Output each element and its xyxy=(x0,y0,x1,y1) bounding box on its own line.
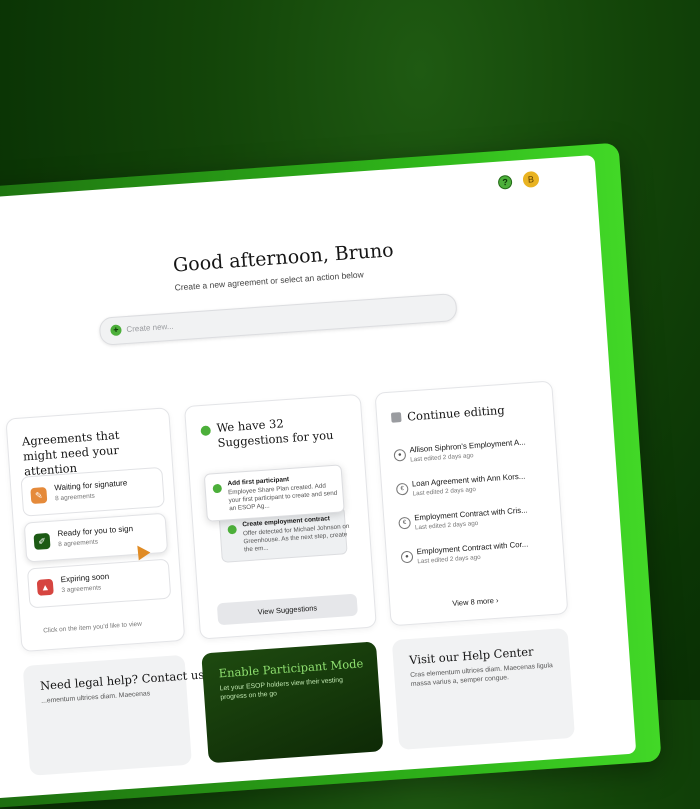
suggestion-icon xyxy=(200,425,212,437)
participant-mode-card[interactable]: Enable Participant Mode Let your ESOP ho… xyxy=(201,641,384,764)
view-suggestions-button[interactable]: View Suggestions xyxy=(216,593,358,626)
legal-help-card[interactable]: Need legal help? Contact us ...ementum u… xyxy=(22,654,205,776)
chevron-right-icon: › xyxy=(495,595,499,605)
user-avatar[interactable]: B xyxy=(522,170,540,188)
create-new-input[interactable]: + Create new... xyxy=(98,292,458,346)
suggestions-card-title: We have 32 Suggestions for you xyxy=(216,416,334,450)
attention-item-title: Expiring soon xyxy=(60,571,110,585)
person-icon: ● xyxy=(393,448,407,462)
attention-item-count: 8 agreements xyxy=(58,538,99,549)
signature-icon: ✎ xyxy=(30,486,48,505)
suggestion-dot-icon xyxy=(212,483,223,494)
attention-item-title: Waiting for signature xyxy=(54,478,128,493)
plus-icon: + xyxy=(110,324,122,337)
create-new-placeholder: Create new... xyxy=(126,321,174,334)
recent-agreement-row[interactable]: € Employment Contract with Cris... Last … xyxy=(398,502,549,536)
suggestion-add-participant[interactable]: Add first participant Employee Share Pla… xyxy=(203,464,345,522)
suggestions-card: We have 32 Suggestions for you Create em… xyxy=(183,393,377,640)
euro-icon: € xyxy=(398,516,412,530)
suggestion-dot-icon xyxy=(227,524,237,535)
app-screen: ? B Good afternoon, Bruno Create a new a… xyxy=(0,154,637,799)
edit-icon xyxy=(390,412,402,423)
continue-editing-card: Continue editing ● Allison Siphron's Emp… xyxy=(374,380,569,627)
attention-item-title: Ready for you to sign xyxy=(57,524,134,539)
pen-icon: ✐ xyxy=(33,532,51,550)
suggestion-desc: Employee Share Plan created. Add your fi… xyxy=(227,482,338,513)
recent-agreement-row[interactable]: € Loan Agreement with Ann Kors... Last e… xyxy=(395,468,547,502)
help-center-card[interactable]: Visit our Help Center Cras elementum ult… xyxy=(391,627,576,750)
person-icon: ● xyxy=(400,550,414,564)
attention-card: Agreements that might need your attentio… xyxy=(5,407,186,653)
attention-item-count: 8 agreements xyxy=(54,492,96,503)
warning-icon: ▲ xyxy=(36,578,54,596)
help-question-icon[interactable]: ? xyxy=(497,174,513,190)
attention-hint: Click on the item you'd like to view xyxy=(43,620,143,635)
recent-agreement-row[interactable]: ● Allison Siphron's Employment A... Last… xyxy=(393,434,544,468)
attention-item-count: 3 agreements xyxy=(61,584,102,595)
continue-editing-title: Continue editing xyxy=(406,402,506,424)
view-more-link[interactable]: View 8 more › xyxy=(452,596,499,608)
suggestion-desc: Offer detected for Michael Johnson on Gr… xyxy=(242,522,350,554)
attention-item-waiting[interactable]: ✎ Waiting for signature 8 agreements xyxy=(20,466,165,517)
recent-agreement-row[interactable]: ● Employment Contract with Cor... Last e… xyxy=(400,536,551,570)
attention-item-expiring[interactable]: ▲ Expiring soon 3 agreements xyxy=(26,558,172,609)
euro-icon: € xyxy=(395,482,409,496)
